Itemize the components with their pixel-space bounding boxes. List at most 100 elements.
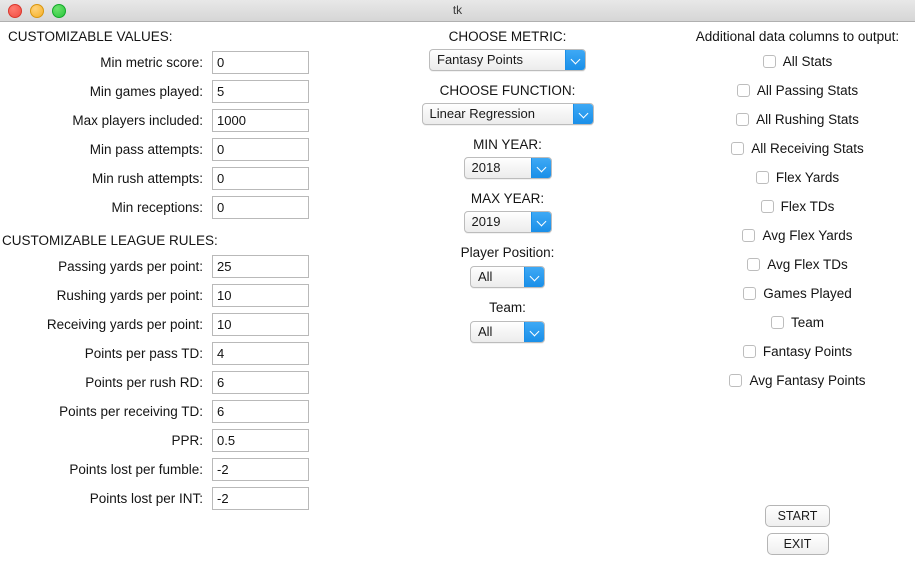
main-content: CUSTOMIZABLE VALUES: Min metric score: 0 M… <box>0 22 915 561</box>
chevron-down-icon[interactable] <box>530 212 551 232</box>
output-checkbox-item[interactable]: Avg Flex Yards <box>742 228 853 243</box>
value-field-row: Min receptions: 0 <box>0 193 335 222</box>
value-field-label: Min pass attempts: <box>89 142 203 157</box>
output-checkbox-item[interactable]: Avg Fantasy Points <box>729 373 866 388</box>
value-field-input[interactable]: 0 <box>212 51 309 74</box>
rule-field-input[interactable]: 6 <box>212 371 309 394</box>
output-checkbox-row[interactable]: Flex TDs <box>680 192 915 221</box>
output-checkbox-label: Avg Flex TDs <box>767 257 848 272</box>
output-checkbox-row[interactable]: All Passing Stats <box>680 76 915 105</box>
value-field-row: Min games played: 5 <box>0 77 335 106</box>
checkbox-icon[interactable] <box>743 287 757 300</box>
rule-field-row: Passing yards per point: 25 <box>0 252 335 281</box>
rule-field-row: Points lost per fumble: -2 <box>0 455 335 484</box>
player-position-dropdown[interactable]: All <box>470 266 545 288</box>
rule-field-input[interactable]: 0.5 <box>212 429 309 452</box>
rule-field-input[interactable]: -2 <box>212 487 309 510</box>
player-position-heading: Player Position: <box>460 245 555 260</box>
output-checkbox-label: All Rushing Stats <box>756 112 859 127</box>
min-year-heading: MIN YEAR: <box>473 137 542 152</box>
checkbox-icon[interactable] <box>747 258 761 271</box>
max-year-dropdown-value: 2019 <box>471 214 501 229</box>
rule-field-row: Points lost per INT: -2 <box>0 484 335 513</box>
rule-field-input[interactable]: 25 <box>212 255 309 278</box>
checkbox-icon[interactable] <box>736 113 750 126</box>
output-checkbox-row[interactable]: Avg Flex Yards <box>680 221 915 250</box>
chevron-down-icon[interactable] <box>530 158 551 178</box>
checkbox-icon[interactable] <box>755 171 769 184</box>
function-dropdown-value: Linear Regression <box>429 106 536 121</box>
checkbox-icon[interactable] <box>731 142 745 155</box>
output-checkbox-row[interactable]: All Receiving Stats <box>680 134 915 163</box>
checkbox-icon[interactable] <box>729 374 743 387</box>
rule-field-input[interactable]: 10 <box>212 313 309 336</box>
max-year-dropdown[interactable]: 2019 <box>463 211 552 233</box>
start-button[interactable]: START <box>764 505 831 527</box>
checkbox-icon[interactable] <box>742 229 756 242</box>
rule-field-input[interactable]: -2 <box>212 458 309 481</box>
checkbox-icon[interactable] <box>762 55 776 68</box>
rule-field-label: Points per pass TD: <box>84 346 203 361</box>
value-field-input[interactable]: 1000 <box>212 109 309 132</box>
rule-field-label: Points lost per INT: <box>89 491 203 506</box>
rule-field-row: Points per rush RD: 6 <box>0 368 335 397</box>
output-checkbox-item[interactable]: All Receiving Stats <box>731 141 864 156</box>
action-buttons: START EXIT <box>680 505 915 555</box>
output-checkbox-row[interactable]: Team <box>680 308 915 337</box>
output-checkbox-item[interactable]: All Passing Stats <box>736 83 859 98</box>
checkbox-icon[interactable] <box>760 200 774 213</box>
output-checkbox-item[interactable]: All Rushing Stats <box>736 112 859 127</box>
output-checkbox-item[interactable]: Flex TDs <box>760 199 834 214</box>
values-field-list: Min metric score: 0 Min games played: 5 Max … <box>0 48 335 222</box>
team-dropdown-value: All <box>478 324 493 339</box>
value-field-input[interactable]: 0 <box>212 167 309 190</box>
checkbox-icon[interactable] <box>742 345 756 358</box>
chevron-down-icon[interactable] <box>565 50 585 70</box>
exit-button[interactable]: EXIT <box>766 533 829 555</box>
team-dropdown[interactable]: All <box>470 321 545 343</box>
rule-field-input[interactable]: 6 <box>212 400 309 423</box>
min-year-dropdown[interactable]: 2018 <box>463 157 552 179</box>
output-checkbox-row[interactable]: Fantasy Points <box>680 337 915 366</box>
output-checkbox-item[interactable]: Fantasy Points <box>742 344 853 359</box>
output-checkbox-row[interactable]: Games Played <box>680 279 915 308</box>
rule-field-label: PPR: <box>171 433 203 448</box>
output-checkbox-item[interactable]: Avg Flex TDs <box>747 257 848 272</box>
output-checkbox-item[interactable]: Flex Yards <box>755 170 840 185</box>
value-field-row: Max players included: 1000 <box>0 106 335 135</box>
rule-field-input[interactable]: 4 <box>212 342 309 365</box>
rule-field-row: PPR: 0.5 <box>0 426 335 455</box>
function-dropdown[interactable]: Linear Regression <box>421 103 594 125</box>
output-checkbox-label: Games Played <box>763 286 852 301</box>
checkbox-icon[interactable] <box>770 316 784 329</box>
chevron-down-icon[interactable] <box>572 104 593 124</box>
output-checkbox-row[interactable]: All Stats <box>680 47 915 76</box>
value-field-label: Min games played: <box>89 84 203 99</box>
output-checkbox-row[interactable]: Flex Yards <box>680 163 915 192</box>
value-field-input[interactable]: 0 <box>212 138 309 161</box>
rule-field-input[interactable]: 10 <box>212 284 309 307</box>
output-checkbox-row[interactable]: Avg Fantasy Points <box>680 366 915 395</box>
max-year-heading: MAX YEAR: <box>470 191 545 206</box>
customizable-values-panel: CUSTOMIZABLE VALUES: Min metric score: 0 M… <box>0 22 335 513</box>
chevron-down-icon[interactable] <box>524 267 544 287</box>
output-checkbox-row[interactable]: All Rushing Stats <box>680 105 915 134</box>
rule-field-row: Points per pass TD: 4 <box>0 339 335 368</box>
output-checkbox-label: Avg Fantasy Points <box>749 373 866 388</box>
metric-dropdown[interactable]: Fantasy Points <box>429 49 586 71</box>
output-checkbox-label: All Stats <box>782 54 833 69</box>
output-checkbox-label: Fantasy Points <box>762 344 853 359</box>
output-checkbox-item[interactable]: Team <box>770 315 824 330</box>
checkbox-icon[interactable] <box>736 84 750 97</box>
output-checkbox-label: Flex Yards <box>775 170 840 185</box>
value-field-input[interactable]: 0 <box>212 196 309 219</box>
output-checkbox-item[interactable]: All Stats <box>762 54 833 69</box>
rule-field-label: Points lost per fumble: <box>69 462 203 477</box>
chevron-down-icon[interactable] <box>524 322 544 342</box>
value-field-label: Min rush attempts: <box>91 171 203 186</box>
output-checkbox-label: All Passing Stats <box>756 83 859 98</box>
player-position-dropdown-value: All <box>478 269 493 284</box>
output-checkbox-row[interactable]: Avg Flex TDs <box>680 250 915 279</box>
output-checkbox-item[interactable]: Games Played <box>743 286 852 301</box>
value-field-input[interactable]: 5 <box>212 80 309 103</box>
